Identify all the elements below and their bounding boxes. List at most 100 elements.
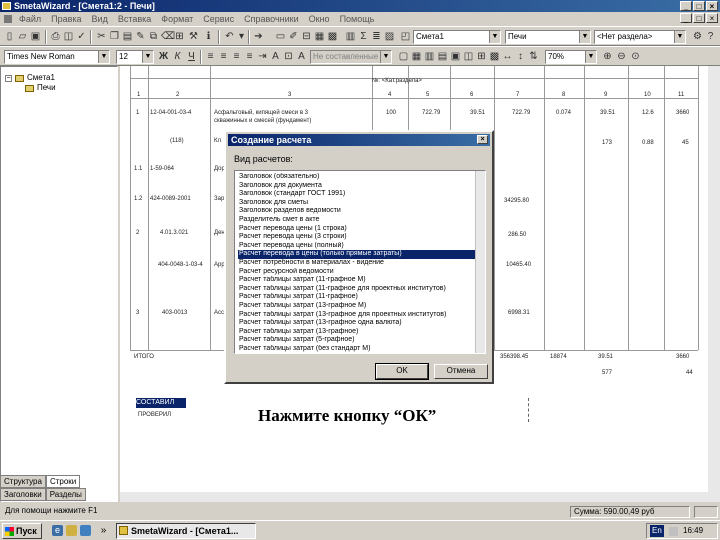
cut-icon[interactable]: ✂: [96, 31, 107, 42]
zoom-in-icon[interactable]: ⊕: [602, 51, 613, 62]
chevron-down-icon[interactable]: ▼: [585, 51, 596, 63]
underline-button[interactable]: Ч: [186, 51, 197, 62]
list-item[interactable]: Расчет таблицы затрат (13-графное М): [238, 302, 476, 311]
paste-icon[interactable]: ▤: [122, 31, 133, 42]
undo-dropdown-icon[interactable]: ▾: [236, 31, 247, 42]
mdi-close-button[interactable]: ×: [706, 13, 718, 23]
undo-icon[interactable]: ↶: [224, 31, 235, 42]
menu-format[interactable]: Формат: [156, 12, 198, 26]
list-item[interactable]: Расчет таблицы затрат (13-графное): [238, 328, 476, 337]
explorer-icon[interactable]: [80, 525, 91, 536]
preview-icon[interactable]: ◫: [63, 31, 74, 42]
font-color-icon[interactable]: A: [296, 51, 307, 62]
start-button[interactable]: Пуск: [2, 523, 42, 539]
chevron-down-icon[interactable]: ▼: [674, 31, 685, 43]
page-icon[interactable]: ◰: [400, 31, 411, 42]
help-icon[interactable]: ?: [705, 31, 716, 42]
browser-icon[interactable]: e: [52, 525, 63, 536]
section-combo[interactable]: Печи ▼: [505, 30, 591, 44]
list-item[interactable]: Расчет потребности в материалах - видени…: [238, 259, 476, 268]
highlight-icon[interactable]: A: [270, 51, 281, 62]
info-icon[interactable]: ℹ: [203, 31, 214, 42]
list-item[interactable]: Расчет таблицы затрат (11-графное для пр…: [238, 285, 476, 294]
copy-format-icon[interactable]: ⧉: [148, 31, 159, 42]
menu-tools[interactable]: Сервис: [198, 12, 239, 26]
tree-expander[interactable]: −: [5, 75, 12, 82]
font-size-combo[interactable]: 12 ▼: [116, 50, 154, 64]
menu-help[interactable]: Помощь: [335, 12, 380, 26]
menu-edit[interactable]: Правка: [46, 12, 86, 26]
list-item[interactable]: Разделитель смет в акте: [238, 216, 476, 225]
align-center-icon[interactable]: ≡: [218, 51, 229, 62]
bold-button[interactable]: Ж: [158, 51, 169, 62]
align-right-icon[interactable]: ≡: [231, 51, 242, 62]
sort-icon[interactable]: ⇅: [528, 51, 539, 62]
chevron-down-icon[interactable]: ▼: [489, 31, 500, 43]
tab-rows[interactable]: Строки: [45, 475, 81, 488]
folder-icon[interactable]: ▭: [275, 31, 286, 42]
sum-icon[interactable]: Σ: [358, 31, 369, 42]
cancel-button[interactable]: Отмена: [434, 364, 488, 379]
list-item[interactable]: Расчет таблицы затрат (11-графное): [238, 293, 476, 302]
view-icon[interactable]: ▢: [398, 51, 409, 62]
list-item[interactable]: Расчет таблицы затрат (13-графное для пр…: [238, 311, 476, 320]
rows-icon[interactable]: ▤: [437, 51, 448, 62]
document-icon[interactable]: [4, 15, 12, 23]
indent-icon[interactable]: ⇥: [257, 51, 268, 62]
more-icon[interactable]: »: [98, 525, 109, 536]
borders-icon[interactable]: ⊡: [283, 51, 294, 62]
list-item[interactable]: Заголовок (обязательно): [238, 173, 476, 182]
list-item[interactable]: Расчет таблицы затрат (без стандарт М): [238, 345, 476, 353]
language-indicator[interactable]: En: [650, 525, 664, 537]
columns-icon[interactable]: ▥: [424, 51, 435, 62]
insert-icon[interactable]: ⊞: [174, 31, 185, 42]
zoom-combo[interactable]: 70% ▼: [545, 50, 597, 64]
minimize-button[interactable]: _: [680, 1, 692, 11]
print-icon[interactable]: ⎙: [50, 31, 61, 42]
list-item[interactable]: Расчет перевода цены (1 строка): [238, 225, 476, 234]
spellcheck-icon[interactable]: ✓: [76, 31, 87, 42]
document-combo[interactable]: Смета1 ▼: [413, 30, 501, 44]
vertical-scrollbar[interactable]: [708, 66, 720, 502]
clear-icon[interactable]: ⌫: [161, 31, 175, 42]
width-icon[interactable]: ↔: [502, 51, 513, 62]
taskbar-app-button[interactable]: SmetaWizard - [Смета1...: [116, 523, 256, 539]
calc-icon[interactable]: ▥: [345, 31, 356, 42]
mdi-restore-button[interactable]: □: [693, 13, 705, 23]
chevron-down-icon[interactable]: ▼: [142, 51, 153, 63]
list-scrollbar[interactable]: [475, 171, 485, 353]
maximize-button[interactable]: □: [693, 1, 705, 11]
grid-icon[interactable]: ▩: [327, 31, 338, 42]
zoom-page-icon[interactable]: ⊙: [630, 51, 641, 62]
filter-combo[interactable]: <Нет раздела> ▼: [594, 30, 686, 44]
open-icon[interactable]: ▱: [17, 31, 28, 42]
chevron-down-icon[interactable]: ▼: [380, 51, 391, 63]
ok-button[interactable]: OK: [375, 363, 429, 380]
table-icon[interactable]: ▦: [314, 31, 325, 42]
selected-text[interactable]: СОСТАВИЛ: [136, 398, 186, 408]
list-item[interactable]: Заголовок разделов ведомости: [238, 207, 476, 216]
height-icon[interactable]: ↕: [515, 51, 526, 62]
justify-icon[interactable]: ≡: [244, 51, 255, 62]
merge-icon[interactable]: ▣: [450, 51, 461, 62]
tab-headers[interactable]: Заголовки: [0, 488, 46, 501]
menu-insert[interactable]: Вставка: [113, 12, 156, 26]
new-icon[interactable]: ▯: [4, 31, 15, 42]
menu-view[interactable]: Вид: [87, 12, 113, 26]
volume-icon[interactable]: [669, 527, 678, 536]
list-item[interactable]: Расчет ресурсной ведомости: [238, 268, 476, 277]
list-item[interactable]: Расчет таблицы затрат (13-графное одна в…: [238, 319, 476, 328]
settings-icon[interactable]: ⚙: [692, 31, 703, 42]
align-left-icon[interactable]: ≡: [205, 51, 216, 62]
tools-icon[interactable]: ⚒: [188, 31, 199, 42]
list-item[interactable]: Расчет перевода в цены (только прямые за…: [238, 250, 476, 259]
list-item[interactable]: Заголовок для сметы: [238, 199, 476, 208]
style-combo[interactable]: Не составленные ▼: [310, 50, 392, 64]
edit-icon[interactable]: ✐: [288, 31, 299, 42]
list-icon[interactable]: ≣: [371, 31, 382, 42]
insert-row-icon[interactable]: ⊟: [301, 31, 312, 42]
menu-file[interactable]: Файл: [14, 12, 46, 26]
tree-item-child[interactable]: Печи: [37, 83, 56, 92]
copy-icon[interactable]: ❐: [109, 31, 120, 42]
italic-button[interactable]: К: [172, 51, 183, 62]
